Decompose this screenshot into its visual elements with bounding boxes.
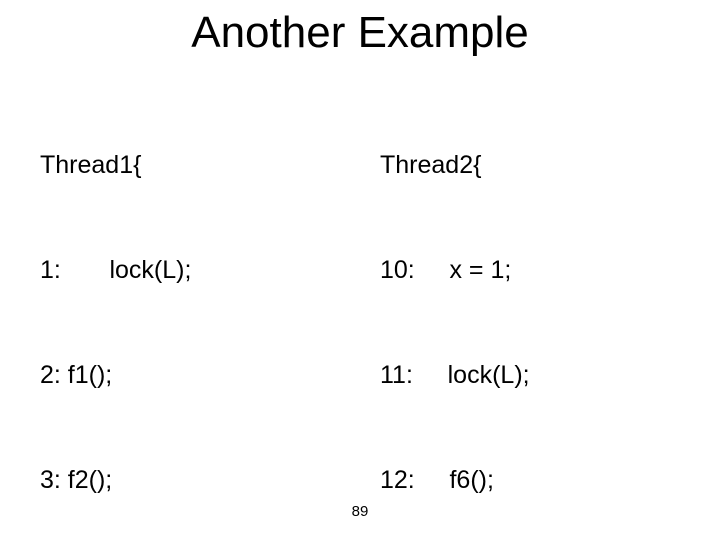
page-number: 89 — [0, 503, 720, 520]
slide-title: Another Example — [0, 8, 720, 58]
code-line: 12: f6(); — [380, 463, 680, 498]
code-line: 3: f2(); — [40, 463, 340, 498]
thread2-header: Thread2{ — [380, 148, 680, 183]
thread1-header: Thread1{ — [40, 148, 340, 183]
thread2-block: Thread2{ 10: x = 1; 11: lock(L); 12: f6(… — [380, 78, 680, 540]
code-line: 2: f1(); — [40, 358, 340, 393]
code-line: 10: x = 1; — [380, 253, 680, 288]
code-line: 1: lock(L); — [40, 253, 340, 288]
thread1-block: Thread1{ 1: lock(L); 2: f1(); 3: f2(); 4… — [40, 78, 340, 540]
slide-body: Thread1{ 1: lock(L); 2: f1(); 3: f2(); 4… — [40, 78, 680, 540]
slide: Another Example Thread1{ 1: lock(L); 2: … — [0, 0, 720, 540]
code-line: 11: lock(L); — [380, 358, 680, 393]
